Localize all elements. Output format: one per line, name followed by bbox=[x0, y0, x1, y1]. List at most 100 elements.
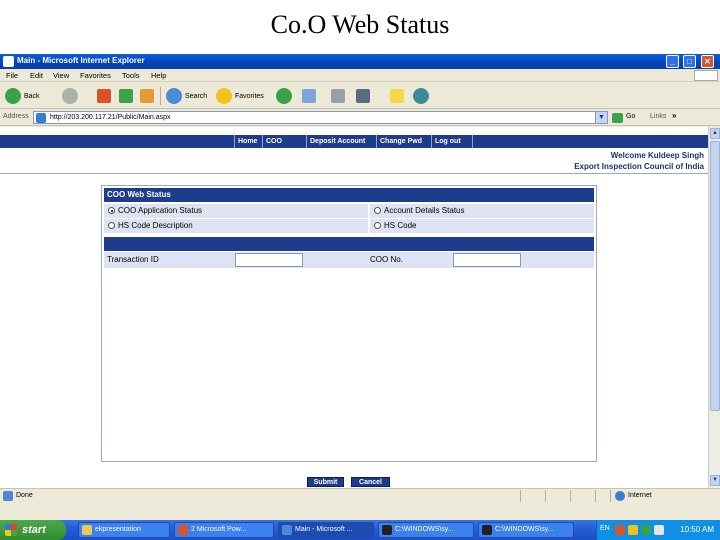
home-icon bbox=[140, 89, 154, 103]
radio-icon[interactable] bbox=[108, 222, 115, 229]
nav-coo[interactable]: COO bbox=[262, 135, 306, 148]
system-tray: EN 10:50 AM bbox=[596, 520, 720, 540]
scroll-down-icon[interactable]: ▼ bbox=[710, 475, 720, 486]
printer-icon bbox=[331, 89, 345, 103]
option-hs-code[interactable]: HS Code bbox=[370, 219, 594, 233]
go-button[interactable]: Go bbox=[626, 113, 635, 120]
mail-button[interactable] bbox=[302, 87, 316, 105]
start-button[interactable]: start bbox=[0, 520, 66, 540]
search-button[interactable]: Search bbox=[166, 87, 207, 105]
ie-icon bbox=[282, 525, 292, 535]
scroll-up-icon[interactable]: ▲ bbox=[710, 128, 720, 139]
volume-icon[interactable] bbox=[654, 525, 664, 535]
folder-icon bbox=[82, 525, 92, 535]
menu-edit[interactable]: Edit bbox=[30, 71, 43, 80]
refresh-button[interactable] bbox=[119, 87, 133, 105]
taskbar-item-console-2[interactable]: C:\WINDOWS\sy... bbox=[478, 522, 574, 538]
menu-favorites[interactable]: Favorites bbox=[80, 71, 111, 80]
back-button[interactable]: Back bbox=[5, 87, 40, 105]
favorites-button[interactable]: Favorites bbox=[216, 87, 264, 105]
windows-logo-icon bbox=[5, 524, 17, 536]
nav-change-pwd[interactable]: Change Pwd bbox=[376, 135, 431, 148]
radio-icon[interactable] bbox=[374, 207, 381, 214]
search-icon bbox=[166, 88, 182, 104]
page-banner bbox=[0, 127, 708, 135]
vertical-scrollbar[interactable]: ▲ ▼ bbox=[708, 127, 720, 488]
print-button[interactable] bbox=[331, 87, 345, 105]
nav-deposit-account[interactable]: Deposit Account bbox=[306, 135, 376, 148]
console-icon bbox=[382, 525, 392, 535]
links-more-button[interactable]: » bbox=[672, 111, 676, 120]
minimize-button[interactable]: _ bbox=[666, 55, 679, 68]
antivirus-icon[interactable] bbox=[615, 525, 625, 535]
taskbar-item-label: C:\WINDOWS\sy... bbox=[395, 526, 454, 533]
status-text: Done bbox=[16, 492, 33, 499]
taskbar-item-folder[interactable]: ekpresentation bbox=[78, 522, 170, 538]
menu-help[interactable]: Help bbox=[151, 71, 166, 80]
go-arrow-icon[interactable] bbox=[612, 113, 623, 123]
links-label: Links bbox=[650, 113, 667, 120]
discuss-button[interactable] bbox=[390, 87, 404, 105]
status-divider bbox=[570, 490, 571, 502]
radio-selected-icon[interactable] bbox=[108, 207, 115, 214]
edit-button[interactable] bbox=[356, 87, 370, 105]
page-icon bbox=[36, 113, 46, 123]
coo-no-input[interactable] bbox=[453, 253, 521, 267]
windows-flag-icon bbox=[694, 70, 718, 81]
header-divider bbox=[0, 173, 708, 174]
option-hs-code-description[interactable]: HS Code Description bbox=[104, 219, 368, 233]
menu-tools[interactable]: Tools bbox=[122, 71, 140, 80]
menu-file[interactable]: File bbox=[6, 71, 18, 80]
toolbar-divider bbox=[160, 87, 161, 105]
taskbar-item-console-1[interactable]: C:\WINDOWS\sy... bbox=[378, 522, 474, 538]
address-label: Address bbox=[3, 113, 29, 120]
toolbar-extension-icon[interactable] bbox=[684, 112, 700, 124]
menu-view[interactable]: View bbox=[53, 71, 69, 80]
search-label: Search bbox=[185, 92, 208, 100]
network-icon[interactable] bbox=[641, 525, 651, 535]
address-dropdown-icon[interactable]: ▼ bbox=[595, 112, 607, 123]
option-label: COO Application Status bbox=[118, 206, 203, 215]
history-icon bbox=[276, 88, 292, 104]
refresh-icon bbox=[119, 89, 133, 103]
star-icon bbox=[216, 88, 232, 104]
console-icon bbox=[482, 525, 492, 535]
close-button[interactable]: ✕ bbox=[701, 55, 714, 68]
transaction-id-input[interactable] bbox=[235, 253, 303, 267]
messenger-button[interactable] bbox=[413, 87, 429, 105]
history-button[interactable] bbox=[276, 87, 292, 105]
scroll-thumb[interactable] bbox=[710, 141, 720, 411]
clock: 10:50 AM bbox=[680, 525, 714, 534]
window-title: Main - Microsoft Internet Explorer bbox=[17, 56, 145, 65]
toolbar: Back Search Favorites bbox=[0, 83, 720, 109]
taskbar-item-powerpoint[interactable]: 2 Microsoft Pow... bbox=[174, 522, 274, 538]
powerpoint-icon bbox=[178, 525, 188, 535]
favorites-label: Favorites bbox=[235, 92, 264, 100]
stop-button[interactable] bbox=[97, 87, 111, 105]
option-account-details-status[interactable]: Account Details Status bbox=[370, 204, 594, 218]
slide-title: Co.O Web Status bbox=[270, 10, 450, 39]
submit-button[interactable]: Submit bbox=[307, 477, 344, 487]
taskbar-item-internet-explorer[interactable]: Main - Microsoft ... bbox=[278, 522, 374, 538]
cancel-button[interactable]: Cancel bbox=[351, 477, 390, 487]
status-bar: Done Internet bbox=[0, 488, 720, 502]
language-indicator[interactable]: EN bbox=[600, 525, 610, 532]
menu-bar: File Edit View Favorites Tools Help bbox=[0, 69, 720, 82]
option-coo-application-status[interactable]: COO Application Status bbox=[104, 204, 368, 218]
window-titlebar[interactable]: Main - Microsoft Internet Explorer _ □ ✕ bbox=[0, 54, 720, 69]
ie-icon bbox=[3, 56, 14, 67]
home-button[interactable] bbox=[140, 87, 154, 105]
tray-app-icon[interactable] bbox=[628, 525, 638, 535]
taskbar: start ekpresentation 2 Microsoft Pow... … bbox=[0, 520, 720, 540]
browser-window: Main - Microsoft Internet Explorer _ □ ✕… bbox=[0, 54, 720, 540]
taskbar-item-label: C:\WINDOWS\sy... bbox=[495, 526, 554, 533]
forward-button[interactable] bbox=[62, 87, 78, 105]
maximize-button[interactable]: □ bbox=[683, 55, 696, 68]
address-input[interactable]: http://203.200.117.21/Public/Main.aspx ▼ bbox=[33, 111, 608, 124]
internet-zone-icon bbox=[615, 491, 625, 501]
radio-icon[interactable] bbox=[374, 222, 381, 229]
stop-icon bbox=[97, 89, 111, 103]
nav-log-out[interactable]: Log out bbox=[431, 135, 473, 148]
nav-home[interactable]: Home bbox=[234, 135, 262, 148]
forward-arrow-icon bbox=[62, 88, 78, 104]
